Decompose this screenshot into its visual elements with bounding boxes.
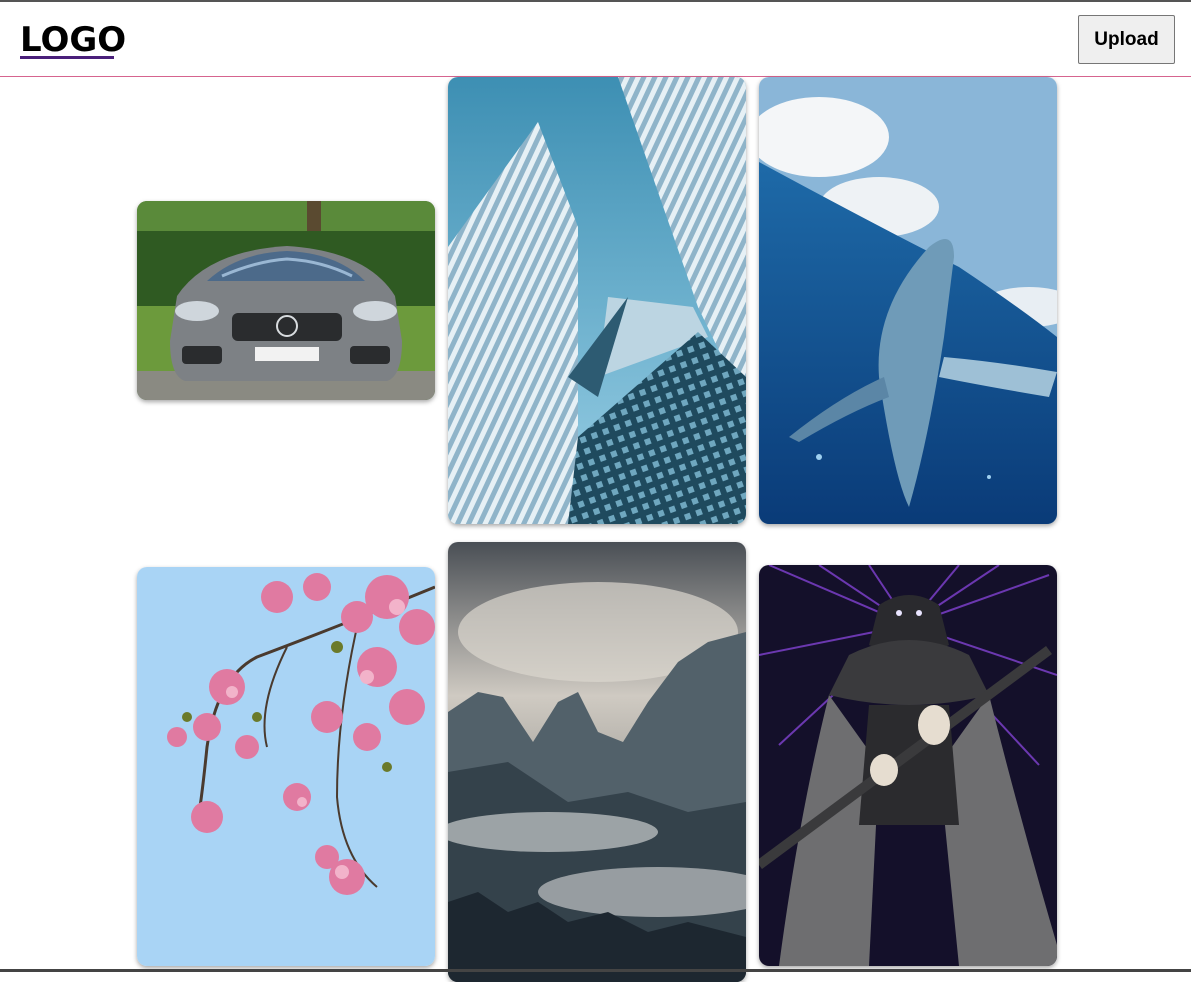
gallery-image-mountains[interactable] <box>448 542 746 982</box>
illustration-image <box>759 565 1057 966</box>
buildings-photo <box>448 77 746 524</box>
logo-underline <box>20 56 114 59</box>
gallery-image-blossoms[interactable] <box>137 567 435 966</box>
gallery-image-car[interactable] <box>137 201 435 400</box>
logo[interactable]: LOGO <box>20 20 126 60</box>
gallery-image-whale[interactable] <box>759 77 1057 524</box>
car-photo <box>137 201 435 400</box>
upload-button[interactable]: Upload <box>1078 15 1175 64</box>
blossoms-photo <box>137 567 435 966</box>
mountains-photo <box>448 542 746 982</box>
gallery-image-illustration[interactable] <box>759 565 1057 966</box>
top-bar: LOGO Upload <box>0 2 1191 77</box>
gallery-image-buildings[interactable] <box>448 77 746 524</box>
whale-photo <box>759 77 1057 524</box>
